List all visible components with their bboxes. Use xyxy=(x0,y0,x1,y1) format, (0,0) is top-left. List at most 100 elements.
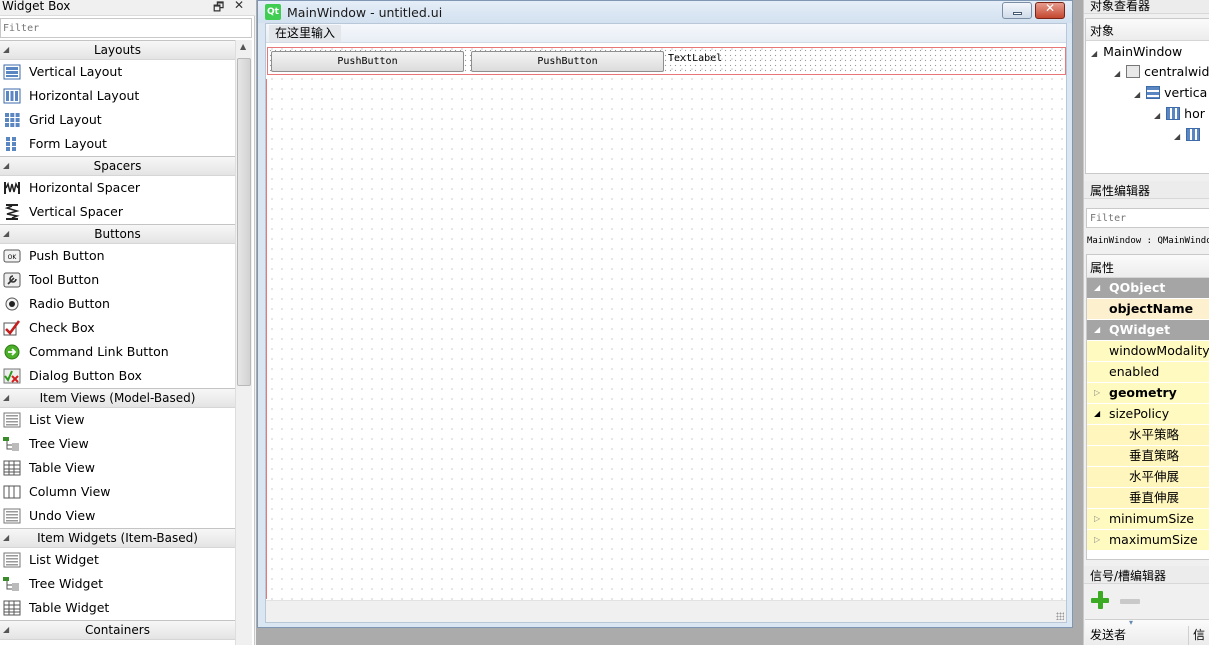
category-header[interactable]: ◢ Item Views (Model-Based) xyxy=(0,388,235,408)
expanded-arrow-icon[interactable]: ◢ xyxy=(1174,132,1180,141)
widget-item-label: Check Box xyxy=(29,320,95,335)
form-title: MainWindow - untitled.ui xyxy=(287,5,443,20)
collapsed-arrow-icon[interactable]: ▷ xyxy=(1094,383,1100,403)
widget-item[interactable]: Form Layout xyxy=(0,132,235,156)
widget-item[interactable]: Radio Button xyxy=(0,292,235,316)
widget-item[interactable]: Vertical Layout xyxy=(0,60,235,84)
expanded-arrow-icon[interactable]: ◢ xyxy=(1094,278,1100,298)
signal-column-header[interactable]: 信号 xyxy=(1188,626,1209,645)
property-row[interactable]: 水平策略 xyxy=(1087,425,1209,446)
widget-item[interactable]: List Widget xyxy=(0,548,235,572)
widget-item[interactable]: Column View xyxy=(0,480,235,504)
text-label[interactable]: TextLabel xyxy=(668,53,722,64)
widget-item-label: Grid Layout xyxy=(29,112,102,127)
widget-item-label: Command Link Button xyxy=(29,344,169,359)
expanded-arrow-icon[interactable]: ◢ xyxy=(3,389,9,407)
widget-item[interactable]: OK Push Button xyxy=(0,244,235,268)
property-column-header[interactable]: 属性 xyxy=(1087,255,1209,278)
widget-item[interactable]: Check Box xyxy=(0,316,235,340)
remove-connection-icon[interactable] xyxy=(1120,599,1140,604)
widget-item[interactable]: Horizontal Layout xyxy=(0,84,235,108)
close-button[interactable]: ✕ xyxy=(1035,1,1065,19)
widget-item[interactable]: Table Widget xyxy=(0,596,235,620)
property-row[interactable]: 水平伸展 xyxy=(1087,467,1209,488)
property-row[interactable]: ▷ maximumSize xyxy=(1087,530,1209,551)
widget-list-scrollbar[interactable]: ▲ xyxy=(235,40,252,645)
form-layout-icon xyxy=(3,136,21,152)
close-icon[interactable]: ✕ xyxy=(234,0,244,12)
category-header[interactable]: ◢ Containers xyxy=(0,620,235,640)
widget-item[interactable]: Grid Layout xyxy=(0,108,235,132)
push-button-1[interactable]: PushButton xyxy=(271,51,464,72)
size-grip-icon[interactable] xyxy=(1056,612,1064,620)
category-header[interactable]: ◢ Buttons xyxy=(0,224,235,244)
category-header[interactable]: ◢ Item Widgets (Item-Based) xyxy=(0,528,235,548)
expanded-arrow-icon[interactable]: ◢ xyxy=(3,41,9,59)
property-object-line: MainWindow : QMainWindow xyxy=(1087,236,1209,246)
widget-item[interactable]: Tree View xyxy=(0,432,235,456)
widget-item[interactable]: List View xyxy=(0,408,235,432)
property-group-row[interactable]: ◢ QWidget xyxy=(1087,320,1209,341)
tree-node-child[interactable]: ◢ xyxy=(1174,125,1204,145)
add-connection-icon[interactable] xyxy=(1091,591,1109,609)
category-header[interactable]: ◢ Layouts xyxy=(0,40,235,60)
vertical-layout xyxy=(266,79,1068,599)
category-header[interactable]: ◢ Spacers xyxy=(0,156,235,176)
table-widget-icon xyxy=(3,600,21,616)
expanded-arrow-icon[interactable]: ◢ xyxy=(1094,320,1100,340)
expanded-arrow-icon[interactable]: ◢ xyxy=(3,225,9,243)
expanded-arrow-icon[interactable]: ◢ xyxy=(1134,90,1140,99)
tree-node-horizontallayout[interactable]: ◢ hor xyxy=(1154,104,1205,124)
minimize-button[interactable] xyxy=(1002,2,1032,19)
collapsed-arrow-icon[interactable]: ▷ xyxy=(1094,509,1100,529)
close-x-icon: ✕ xyxy=(1044,1,1056,15)
widget-item[interactable]: Table View xyxy=(0,456,235,480)
collapsed-arrow-icon[interactable]: ▷ xyxy=(1094,530,1100,550)
menu-type-here[interactable]: 在这里输入 xyxy=(269,25,342,42)
property-name: 水平伸展 xyxy=(1129,469,1180,484)
property-name: objectName xyxy=(1109,301,1194,316)
sender-column-header[interactable]: 发送者 xyxy=(1090,626,1126,643)
property-row[interactable]: enabled xyxy=(1087,362,1209,383)
horizontal-layout-icon xyxy=(3,88,21,104)
scroll-up-icon[interactable]: ▲ xyxy=(240,42,246,51)
expanded-arrow-icon[interactable]: ◢ xyxy=(1154,111,1160,120)
property-row[interactable]: 垂直策略 xyxy=(1087,446,1209,467)
horizontal-layout[interactable]: PushButton PushButton TextLabel xyxy=(267,47,1066,75)
widget-item[interactable]: Tree Widget xyxy=(0,572,235,596)
expanded-arrow-icon[interactable]: ◢ xyxy=(1094,404,1100,424)
widget-item[interactable]: Horizontal Spacer xyxy=(0,176,235,200)
expanded-arrow-icon[interactable]: ◢ xyxy=(1114,69,1120,78)
object-column-header[interactable]: 对象 xyxy=(1086,19,1209,41)
property-row[interactable]: windowModality xyxy=(1087,341,1209,362)
property-row[interactable]: 垂直伸展 xyxy=(1087,488,1209,509)
property-name: 垂直伸展 xyxy=(1129,490,1180,505)
widget-item[interactable]: Vertical Spacer xyxy=(0,200,235,224)
scrollbar-thumb[interactable] xyxy=(237,58,251,386)
widget-item[interactable]: Dialog Button Box xyxy=(0,364,235,388)
float-icon[interactable]: 🗗 xyxy=(213,0,224,19)
widget-item[interactable]: Command Link Button xyxy=(0,340,235,364)
expanded-arrow-icon[interactable]: ◢ xyxy=(3,157,9,175)
property-row[interactable]: ▷ geometry xyxy=(1087,383,1209,404)
widget-item-label: Horizontal Layout xyxy=(29,88,140,103)
tree-node-verticallayout[interactable]: ◢ vertica xyxy=(1134,83,1207,103)
tree-node-mainwindow[interactable]: ◢ MainWindow xyxy=(1091,42,1182,62)
property-group-row[interactable]: ◢ QObject xyxy=(1087,278,1209,299)
widget-item[interactable]: Tool Button xyxy=(0,268,235,292)
property-row[interactable]: ▷ minimumSize xyxy=(1087,509,1209,530)
object-inspector-tree[interactable]: 对象 ◢ MainWindow ◢ centralwid ◢ vertica ◢ hor… xyxy=(1085,18,1209,174)
expanded-arrow-icon[interactable]: ◢ xyxy=(3,529,9,547)
property-filter-input[interactable] xyxy=(1086,208,1209,228)
tree-node-centralwidget[interactable]: ◢ centralwid xyxy=(1114,62,1209,82)
property-row[interactable]: ◢ sizePolicy xyxy=(1087,404,1209,425)
property-table[interactable]: 属性 ◢ QObject objectName ◢ QWidget windowModal… xyxy=(1086,254,1209,560)
expanded-arrow-icon[interactable]: ◢ xyxy=(1091,49,1097,58)
horizontal-spacer-icon xyxy=(3,180,21,196)
push-button-2[interactable]: PushButton xyxy=(471,51,664,72)
widget-item-label: List View xyxy=(29,412,85,427)
widget-filter-input[interactable] xyxy=(0,18,252,38)
property-row[interactable]: objectName xyxy=(1087,299,1209,320)
expanded-arrow-icon[interactable]: ◢ xyxy=(3,621,9,639)
widget-item[interactable]: Undo View xyxy=(0,504,235,528)
